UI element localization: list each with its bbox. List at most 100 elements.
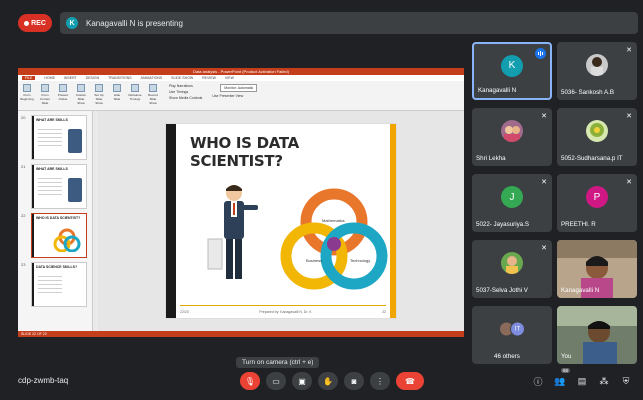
participant-name: 5022- Jayasuriya.S — [476, 221, 529, 228]
check-use-timings[interactable]: Use Timings — [169, 90, 202, 94]
self-video-tile[interactable]: You — [557, 306, 637, 364]
presenter-avatar: K — [66, 17, 78, 29]
chat-button[interactable]: ▤ — [575, 374, 589, 388]
raise-hand-button[interactable]: ✋ — [318, 372, 338, 390]
mic-off-button[interactable]: 🎙 — [240, 372, 260, 390]
mic-off-icon: ✕ — [626, 113, 632, 120]
recording-indicator: REC — [18, 14, 52, 32]
custom-show-icon — [77, 84, 85, 92]
slide-footer-left: 22/23 — [180, 310, 189, 314]
avatar — [586, 120, 608, 143]
slide-footer-line — [180, 305, 386, 306]
participant-name: Kanagavalli N — [561, 287, 600, 294]
slide-thumbnail[interactable]: WHAT ARE SKILLS — [31, 115, 87, 160]
ribbon-button[interactable]: Present Online — [57, 84, 69, 101]
ribbon-button[interactable]: From Beginning — [20, 84, 34, 101]
mic-off-icon: ✕ — [626, 179, 632, 186]
captions-icon: ▣ — [298, 376, 306, 386]
participant-video-tile[interactable]: Kanagavalli N — [557, 240, 637, 298]
hand-icon: ✋ — [323, 376, 333, 386]
more-options-button[interactable]: ⋮ — [370, 372, 390, 390]
slide-thumbnail[interactable]: WHAT ARE SKILLS — [31, 164, 87, 209]
thumbnail-row[interactable]: 21 WHAT ARE SKILLS — [21, 164, 89, 209]
mic-off-icon: ✕ — [541, 179, 547, 186]
host-controls-button[interactable]: ⛨ — [619, 374, 633, 388]
monitor-group: Monitor: Automatic Use Presenter View — [212, 84, 258, 98]
participant-tile[interactable]: ✕ 5052-Sudharsana.p IT — [557, 108, 637, 166]
activities-button[interactable]: ⁂ — [597, 374, 611, 388]
monitor-select[interactable]: Monitor: Automatic — [220, 84, 258, 92]
others-tile[interactable]: IT 46 others — [472, 306, 552, 364]
end-call-icon: ☎ — [405, 376, 415, 386]
ribbon-button-label: Set Up Slide Show — [94, 93, 104, 105]
record-dot-icon — [24, 20, 30, 26]
thumbnail-number: 22 — [21, 213, 26, 218]
participant-tile[interactable]: K Kanagavalli N — [472, 42, 552, 100]
tab-home[interactable]: HOME — [44, 76, 55, 80]
slide-editor: WHO IS DATA SCIENTIST? Mathematics Busin… — [98, 111, 464, 331]
tab-insert[interactable]: INSERT — [64, 76, 77, 80]
current-slide[interactable]: WHO IS DATA SCIENTIST? Mathematics Busin… — [165, 123, 397, 319]
participant-tile[interactable]: J ✕ 5022- Jayasuriya.S — [472, 174, 552, 232]
ribbon-button[interactable]: Record Slide Show — [147, 84, 159, 105]
tab-animations[interactable]: ANIMATIONS — [141, 76, 163, 80]
participant-tile[interactable]: ✕ Shri Lekha — [472, 108, 552, 166]
thumbnail-title: WHAT ARE SKILLS — [36, 167, 68, 171]
tab-file[interactable]: FILE — [22, 76, 36, 80]
participant-tile[interactable]: P ✕ PREETHI. R — [557, 174, 637, 232]
slideshow-icon — [41, 84, 49, 92]
leave-call-button[interactable]: ☎ — [396, 372, 424, 390]
participant-name: Shri Lekha — [476, 155, 506, 162]
shield-icon: ⛨ — [622, 375, 630, 386]
slide-thumbnail[interactable]: DATA SCIENCE SKILLS? — [31, 262, 87, 307]
venn-diagram — [280, 188, 388, 290]
powerpoint-title-bar: Data analysis - PowerPoint (Product Acti… — [18, 68, 464, 75]
captions-button[interactable]: ▣ — [292, 372, 312, 390]
rec-label: REC — [31, 19, 46, 27]
ribbon-button-label: Custom Slide Show — [75, 93, 87, 105]
participant-name: 5036- Sankosh A.B — [561, 89, 614, 96]
mic-off-icon: 🎙 — [244, 376, 256, 386]
people-button[interactable]: 👥 56 — [553, 368, 571, 388]
info-icon: ⓘ — [533, 376, 543, 387]
chat-icon: ▤ — [577, 375, 587, 386]
ribbon-checks: Play Narrations Use Timings Show Media C… — [169, 84, 202, 100]
slide-thumbnail-selected[interactable]: WHO IS DATA SCIENTIST? — [31, 213, 87, 258]
others-avatars: IT — [499, 321, 525, 337]
call-controls: 🎙 ▭ ▣ ✋ ◙ ⋮ ☎ — [240, 372, 424, 390]
present-button[interactable]: ◙ — [344, 372, 364, 390]
participant-tile[interactable]: ✕ 5037-Selva Jothi V — [472, 240, 552, 298]
tab-review[interactable]: REVIEW — [202, 76, 216, 80]
thumbnail-number: 20 — [21, 115, 26, 120]
side-controls: ⓘ 👥 56 ▤ ⁂ ⛨ — [531, 368, 633, 388]
tab-design[interactable]: DESIGN — [86, 76, 99, 80]
presenter-view-check[interactable]: Use Presenter View — [212, 94, 257, 98]
check-media-controls[interactable]: Show Media Controls — [169, 96, 202, 100]
thumbnail-number: 21 — [21, 164, 26, 169]
tab-view[interactable]: VIEW — [225, 76, 234, 80]
thumbnail-row[interactable]: 23 DATA SCIENCE SKILLS? — [21, 262, 89, 307]
thumbnail-row[interactable]: 22 WHO IS DATA SCIENTIST? — [21, 213, 89, 258]
hide-slide-icon — [113, 84, 121, 92]
ribbon-button[interactable]: From Current Slide — [39, 84, 51, 105]
thumbnail-number: 23 — [21, 262, 26, 267]
ribbon-button[interactable]: Set Up Slide Show — [93, 84, 105, 105]
presenter-bar: K Kanagavalli N is presenting — [60, 12, 638, 34]
more-vert-icon: ⋮ — [376, 376, 384, 386]
ribbon-button[interactable]: Custom Slide Show — [75, 84, 87, 105]
thumbnail-title: WHAT ARE SKILLS — [36, 118, 68, 122]
camera-tooltip: Turn on camera (ctrl + e) — [236, 357, 320, 368]
tab-transitions[interactable]: TRANSITIONS — [108, 76, 132, 80]
tab-slide-show[interactable]: SLIDE SHOW — [171, 76, 193, 80]
ribbon-button[interactable]: Rehearse Timings — [128, 84, 142, 101]
shared-screen[interactable]: Data analysis - PowerPoint (Product Acti… — [18, 68, 464, 337]
mic-off-icon: ✕ — [541, 113, 547, 120]
check-play-narrations[interactable]: Play Narrations — [169, 84, 202, 88]
participant-tile[interactable]: ✕ 5036- Sankosh A.B — [557, 42, 637, 100]
ribbon-button[interactable]: Hide Slide — [111, 84, 123, 101]
camera-button[interactable]: ▭ — [266, 372, 286, 390]
person-illustration-icon — [68, 178, 82, 202]
meeting-details-button[interactable]: ⓘ — [531, 374, 545, 388]
thumbnail-row[interactable]: 20 WHAT ARE SKILLS — [21, 115, 89, 160]
ribbon-button-label: Rehearse Timings — [128, 93, 142, 101]
